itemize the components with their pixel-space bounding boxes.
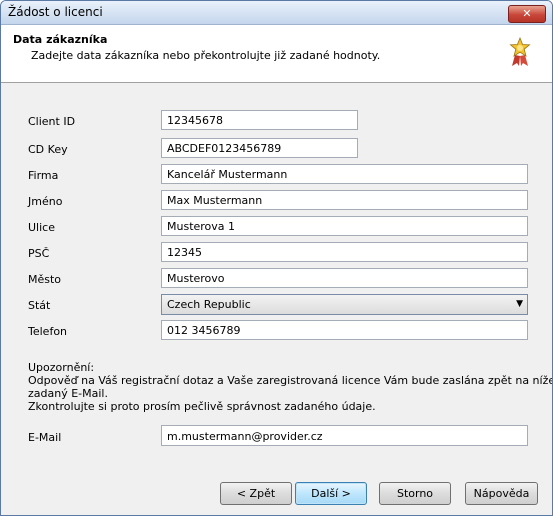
notice-line-2: zadaný E-Mail. — [28, 387, 108, 400]
telefon-label: Telefon — [28, 325, 68, 338]
cd-key-field[interactable]: ABCDEF0123456789 — [161, 138, 358, 158]
email-label: E-Mail — [28, 431, 62, 444]
notice-heading: Upozornění: — [28, 361, 95, 374]
notice-line-3: Zkontrolujte si proto prosím pečlivě spr… — [28, 400, 376, 413]
chevron-down-icon[interactable]: ▼ — [516, 299, 523, 309]
form-area: Client ID 12345678 CD Key ABCDEF01234567… — [1, 83, 552, 515]
ulice-field[interactable]: Musterova 1 — [161, 216, 528, 236]
jmeno-field[interactable]: Max Mustermann — [161, 190, 528, 210]
psc-label: PSČ — [28, 247, 50, 260]
telefon-field[interactable]: 012 3456789 — [161, 320, 528, 340]
license-request-dialog: Žádost o licenci ✕ Data zákazníka Zadejt… — [0, 0, 553, 516]
notice-line-1: Odpověď na Váš registrační dotaz a Vaše … — [28, 374, 553, 387]
firma-field[interactable]: Kancelář Mustermann — [161, 164, 528, 184]
window-title: Žádost o licenci — [8, 5, 103, 19]
title-bar[interactable]: Žádost o licenci ✕ — [1, 1, 552, 25]
page-subtitle: Zadejte data zákazníka nebo překontroluj… — [31, 49, 381, 62]
next-button[interactable]: Další > — [295, 482, 367, 505]
mesto-label: Město — [28, 273, 62, 286]
ulice-label: Ulice — [28, 221, 55, 234]
jmeno-label: Jméno — [28, 195, 63, 208]
client-id-field[interactable]: 12345678 — [161, 110, 358, 130]
email-field[interactable]: m.mustermann@provider.cz — [161, 425, 528, 446]
stat-dropdown[interactable]: Czech Republic ▼ — [161, 294, 528, 315]
stat-selected-value: Czech Republic — [167, 298, 251, 311]
close-button[interactable]: ✕ — [508, 5, 546, 23]
back-button[interactable]: < Zpět — [220, 482, 292, 505]
notice-text: Upozornění: Odpověď na Váš registrační d… — [28, 361, 553, 413]
cancel-button[interactable]: Storno — [379, 482, 451, 505]
mesto-field[interactable]: Musterovo — [161, 268, 528, 288]
firma-label: Firma — [28, 169, 59, 182]
page-title: Data zákazníka — [13, 33, 108, 46]
client-id-label: Client ID — [28, 115, 76, 128]
psc-field[interactable]: 12345 — [161, 242, 528, 262]
cd-key-label: CD Key — [28, 143, 68, 156]
gold-star-badge-icon — [509, 37, 531, 66]
help-button[interactable]: Nápověda — [465, 482, 538, 505]
stat-label: Stát — [28, 299, 51, 312]
wizard-header: Data zákazníka Zadejte data zákazníka ne… — [1, 25, 552, 83]
